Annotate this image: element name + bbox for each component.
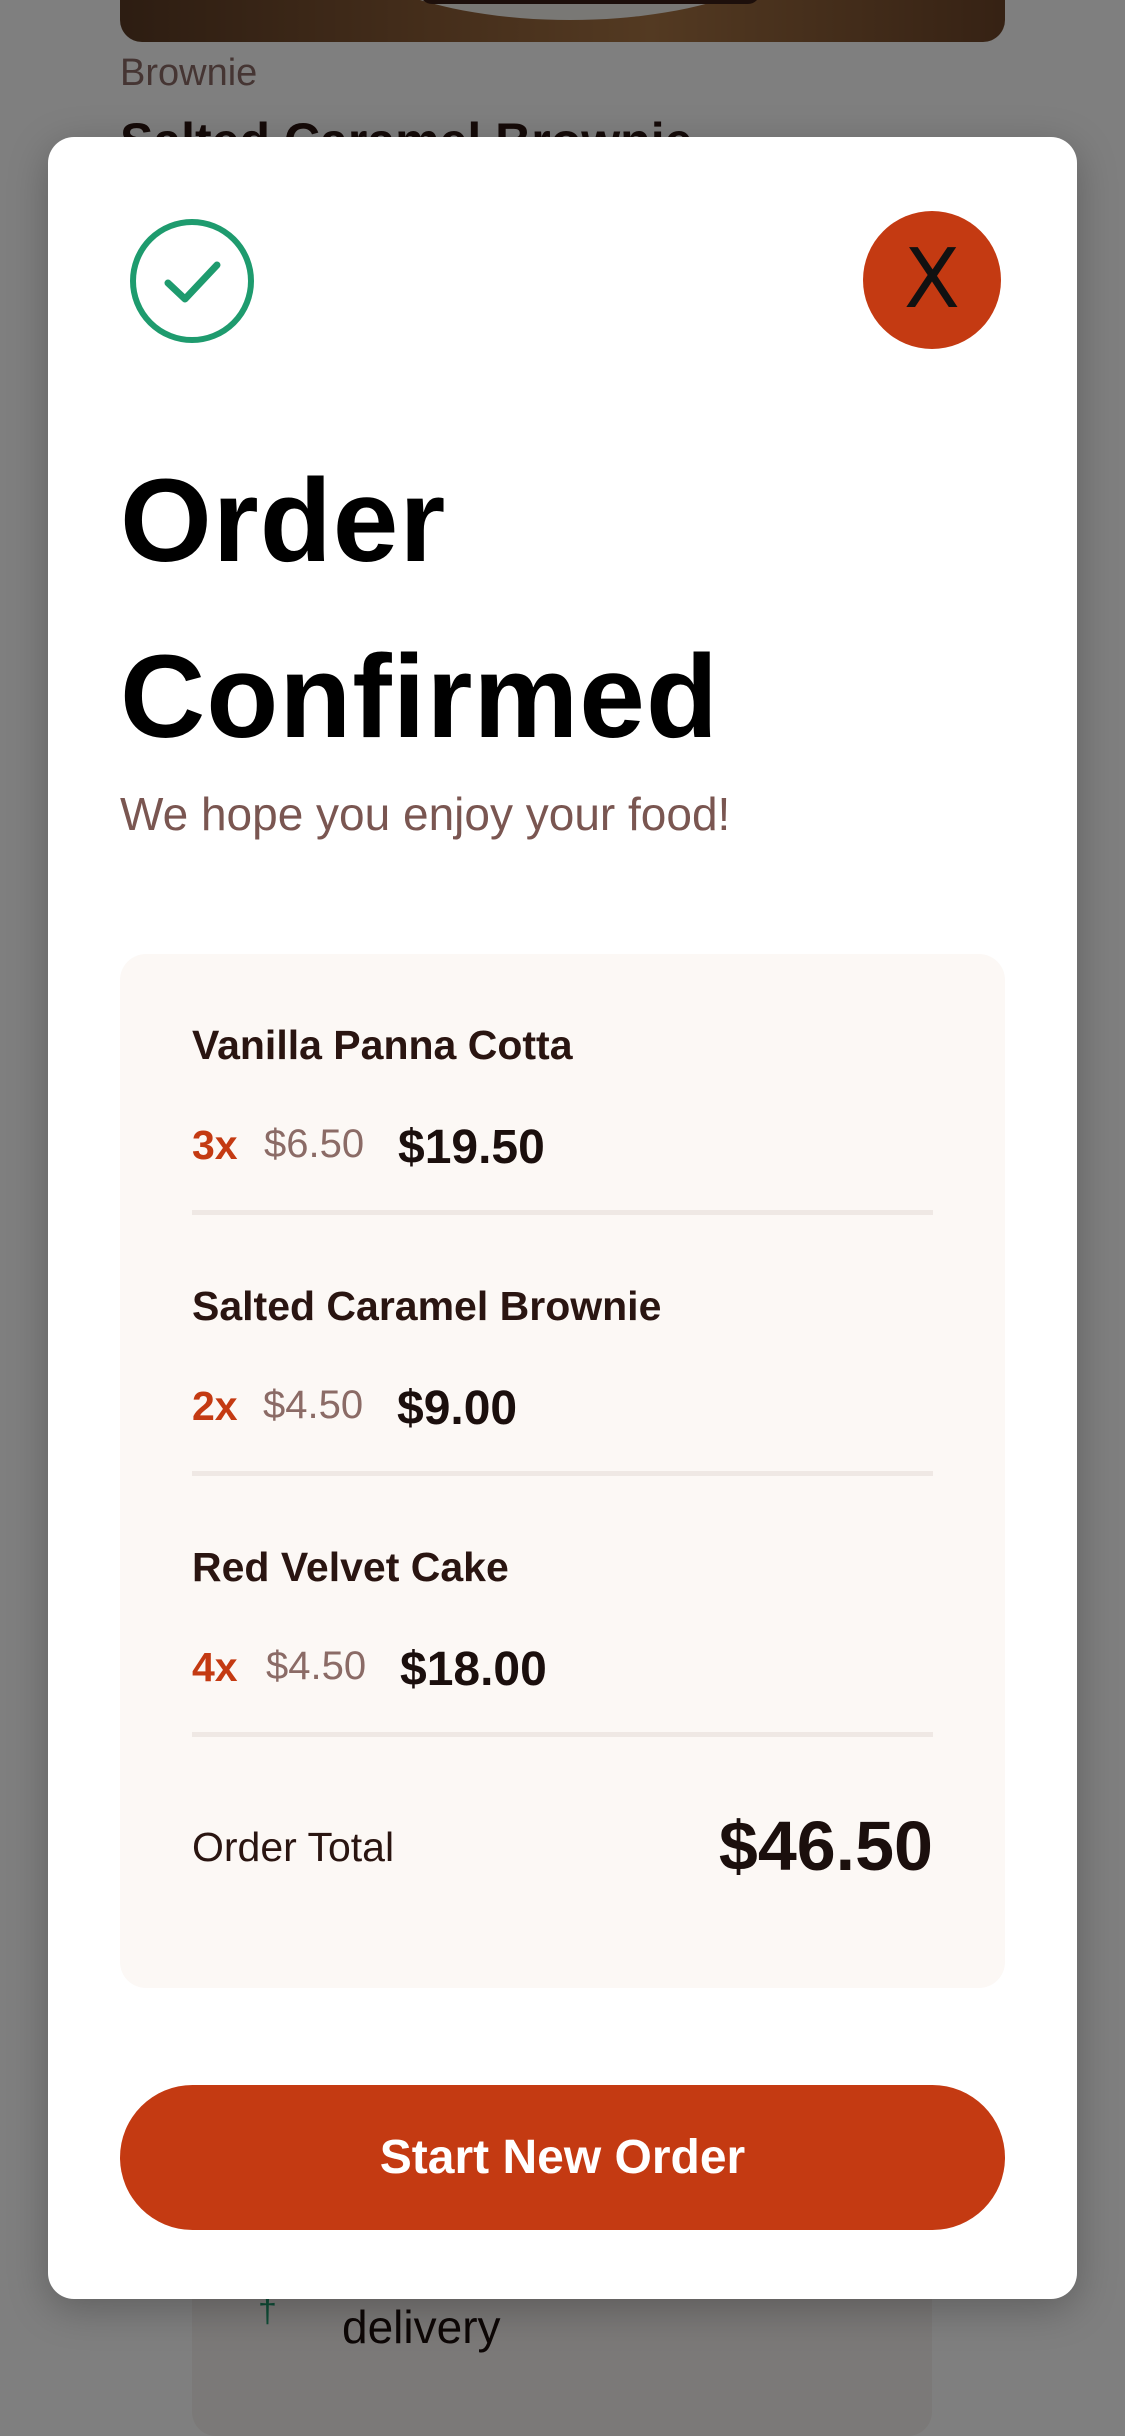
item-unit-price: $4.50 — [263, 1383, 364, 1427]
check-circle-icon — [130, 219, 254, 343]
item-line-total: $19.50 — [398, 1121, 545, 1174]
order-total-label: Order Total — [192, 1824, 395, 1870]
item-unit-price: $6.50 — [264, 1122, 365, 1166]
order-summary-card: Vanilla Panna Cotta 3x $6.50 $19.50 Salt… — [120, 954, 1005, 1988]
item-quantity: 4x — [192, 1644, 238, 1690]
item-divider — [192, 1732, 933, 1737]
item-line-total: $18.00 — [400, 1643, 547, 1696]
modal-title: Order Confirmed — [120, 455, 719, 763]
item-quantity: 2x — [192, 1383, 238, 1429]
order-confirmed-modal: X Order Confirmed We hope you enjoy your… — [48, 137, 1077, 2299]
close-button[interactable]: X — [863, 211, 1001, 349]
item-name: Vanilla Panna Cotta — [192, 1022, 573, 1068]
item-name: Salted Caramel Brownie — [192, 1283, 662, 1329]
order-line-item: Red Velvet Cake 4x $4.50 $18.00 — [192, 1476, 933, 1737]
start-new-order-button[interactable]: Start New Order — [120, 2085, 1005, 2230]
item-name: Red Velvet Cake — [192, 1544, 509, 1590]
order-line-item: Salted Caramel Brownie 2x $4.50 $9.00 — [192, 1215, 933, 1476]
close-icon: X — [903, 232, 961, 327]
order-total-value: $46.50 — [718, 1807, 933, 1885]
item-quantity: 3x — [192, 1122, 238, 1168]
item-unit-price: $4.50 — [266, 1644, 367, 1688]
app-screen: Brownie Salted Caramel Brownie † deliver… — [0, 0, 1125, 2436]
item-line-total: $9.00 — [397, 1382, 518, 1435]
order-line-item: Vanilla Panna Cotta 3x $6.50 $19.50 — [192, 954, 933, 1215]
modal-subtitle: We hope you enjoy your food! — [120, 788, 731, 840]
